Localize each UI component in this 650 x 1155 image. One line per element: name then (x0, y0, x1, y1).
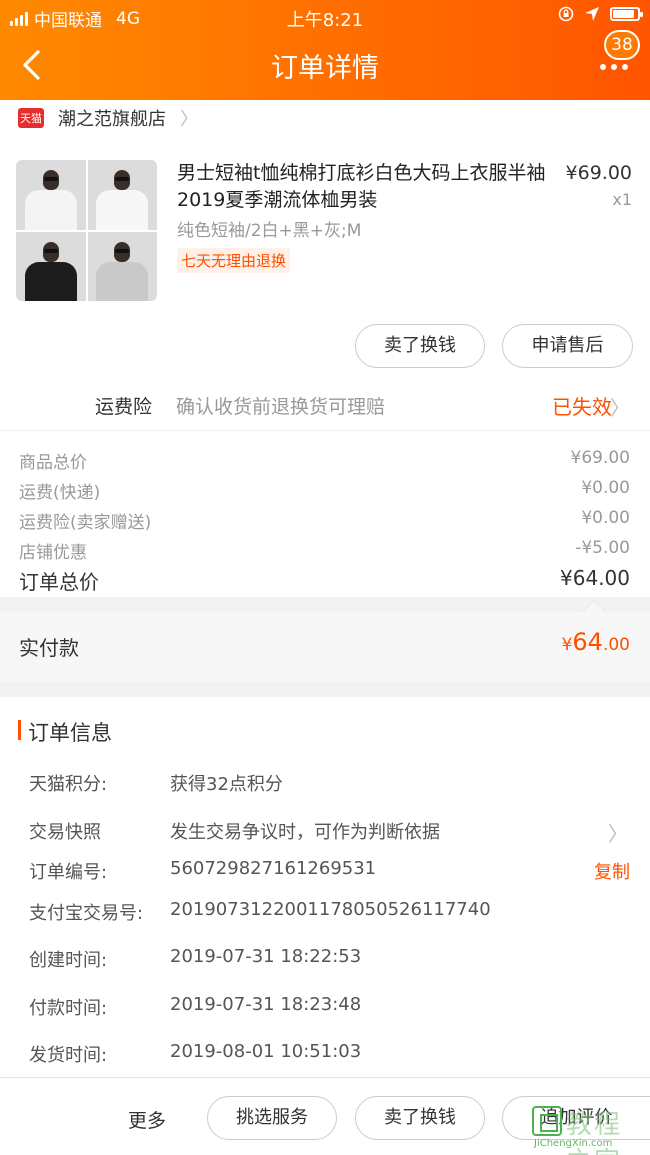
product-quantity: x1 (612, 190, 632, 209)
order-total-value: ¥64.00 (560, 566, 630, 590)
copy-button[interactable]: 复制 (594, 858, 630, 884)
insurance-desc: 确认收货前退换货可理赔 (176, 396, 386, 418)
info-value: 2019073122001178050526117740 (170, 899, 491, 920)
amount-paid-section: 实付款 ¥64.00 (0, 599, 650, 682)
product-title: 男士短袖t恤纯棉打底衫白色大码上衣服半袖2019夏季潮流体桖男装 (177, 162, 546, 211)
info-key: 创建时间: (29, 950, 108, 971)
info-row-paid: 付款时间: 2019-07-31 18:23:48 (0, 994, 650, 1022)
info-value: 2019-07-31 18:23:48 (170, 994, 362, 1015)
order-total-row: 订单总价 ¥64.00 (0, 566, 650, 600)
info-key: 交易快照 (29, 822, 101, 843)
divider (0, 430, 650, 431)
more-button[interactable]: 更多 (128, 1106, 166, 1133)
message-count-badge[interactable]: 38 (604, 30, 640, 60)
info-value: 2019-07-31 18:22:53 (170, 946, 362, 967)
fee-row: 运费险(卖家赠送) ¥0.00 (0, 508, 650, 536)
amount-paid-value: ¥64.00 (562, 628, 630, 656)
status-bar: 中国联通 4G 上午8:21 (0, 0, 650, 34)
chevron-right-icon: 〉 (180, 109, 198, 130)
shop-link[interactable]: 天猫 潮之范旗舰店 〉 (0, 100, 650, 136)
chevron-right-icon: 〉 (610, 396, 630, 420)
info-row-order-number: 订单编号: 560729827161269531 复制 (0, 858, 650, 886)
sell-for-cash-button[interactable]: 卖了换钱 (355, 1096, 485, 1140)
amount-paid-label: 实付款 (19, 636, 79, 660)
info-row-points: 天猫积分: 获得32点积分 (0, 770, 650, 798)
currency-symbol: ¥ (561, 635, 573, 655)
fee-row: 运费(快递) ¥0.00 (0, 478, 650, 506)
site-watermark: 教程之家 JiChengXin.com (532, 1104, 644, 1155)
product-spec: 纯色短袖/2白+黑+灰;M (177, 221, 362, 241)
amount-paid-dec: .00 (602, 635, 630, 655)
pointer-notch (582, 599, 606, 623)
info-row-created: 创建时间: 2019-07-31 18:22:53 (0, 946, 650, 974)
info-value: 560729827161269531 (170, 858, 377, 879)
info-value: 2019-08-01 10:51:03 (170, 1041, 362, 1062)
select-service-button[interactable]: 挑选服务 (207, 1096, 337, 1140)
product-price: ¥69.00 (565, 162, 632, 184)
info-key: 订单编号: (29, 862, 108, 883)
info-value: 发生交易争议时，可作为判断依据 (170, 822, 440, 843)
shop-name: 潮之范旗舰店 (58, 109, 166, 130)
fee-row: 商品总价 ¥69.00 (0, 448, 650, 476)
order-total-label: 订单总价 (19, 570, 99, 594)
order-card: 天猫 潮之范旗舰店 〉 男士短袖t恤纯棉打底衫白色大码上衣服半袖2019夏季潮流… (0, 100, 650, 597)
order-info-card: 订单信息 天猫积分: 获得32点积分 交易快照 发生交易争议时，可作为判断依据 … (0, 697, 650, 1077)
info-row-alipay: 支付宝交易号: 2019073122001178050526117740 (0, 899, 650, 927)
clock: 上午8:21 (286, 10, 364, 31)
info-value: 获得32点积分 (170, 774, 283, 795)
insurance-status: 已失效 (552, 395, 612, 419)
info-key: 支付宝交易号: (29, 903, 144, 924)
insurance-label: 运费险 (95, 396, 153, 418)
tmall-badge: 天猫 (18, 108, 44, 128)
location-icon (585, 7, 599, 21)
info-key: 付款时间: (29, 998, 108, 1019)
app-header: 中国联通 4G 上午8:21 订单详情 38 (0, 0, 650, 100)
product-item[interactable]: 男士短袖t恤纯棉打底衫白色大码上衣服半袖2019夏季潮流体桖男装 ¥69.00 … (0, 160, 650, 305)
battery-icon (610, 7, 643, 21)
info-row-shipped: 发货时间: 2019-08-01 10:51:03 (0, 1041, 650, 1069)
fee-label: 运费险(卖家赠送) (19, 513, 152, 533)
return-policy-tag: 七天无理由退换 (177, 248, 291, 273)
rotation-lock-icon (558, 6, 574, 22)
shipping-insurance-row[interactable]: 运费险 确认收货前退换货可理赔 已失效 〉 (0, 380, 650, 430)
fee-value: -¥5.00 (575, 538, 630, 558)
more-menu-icon[interactable] (600, 64, 628, 70)
order-info-title: 订单信息 (18, 717, 112, 747)
product-thumbnail[interactable] (16, 160, 157, 301)
fee-label: 运费(快递) (19, 483, 101, 503)
fee-value: ¥69.00 (570, 448, 630, 468)
amount-paid-int: 64 (572, 628, 603, 656)
after-sales-button[interactable]: 申请售后 (502, 324, 633, 368)
fee-label: 店铺优惠 (19, 543, 87, 563)
sell-for-cash-button[interactable]: 卖了换钱 (355, 324, 485, 368)
chevron-right-icon: 〉 (608, 822, 628, 846)
info-key: 天猫积分: (29, 774, 108, 795)
fee-label: 商品总价 (19, 453, 87, 473)
fee-row: 店铺优惠 -¥5.00 (0, 538, 650, 566)
watermark-url: JiChengXin.com (534, 1138, 613, 1149)
fee-value: ¥0.00 (581, 478, 630, 498)
watermark-logo-icon (532, 1106, 562, 1136)
info-row-snapshot[interactable]: 交易快照 发生交易争议时，可作为判断依据 〉 (0, 818, 650, 846)
page-title: 订单详情 (271, 53, 379, 84)
info-key: 发货时间: (29, 1045, 108, 1066)
fee-value: ¥0.00 (581, 508, 630, 528)
